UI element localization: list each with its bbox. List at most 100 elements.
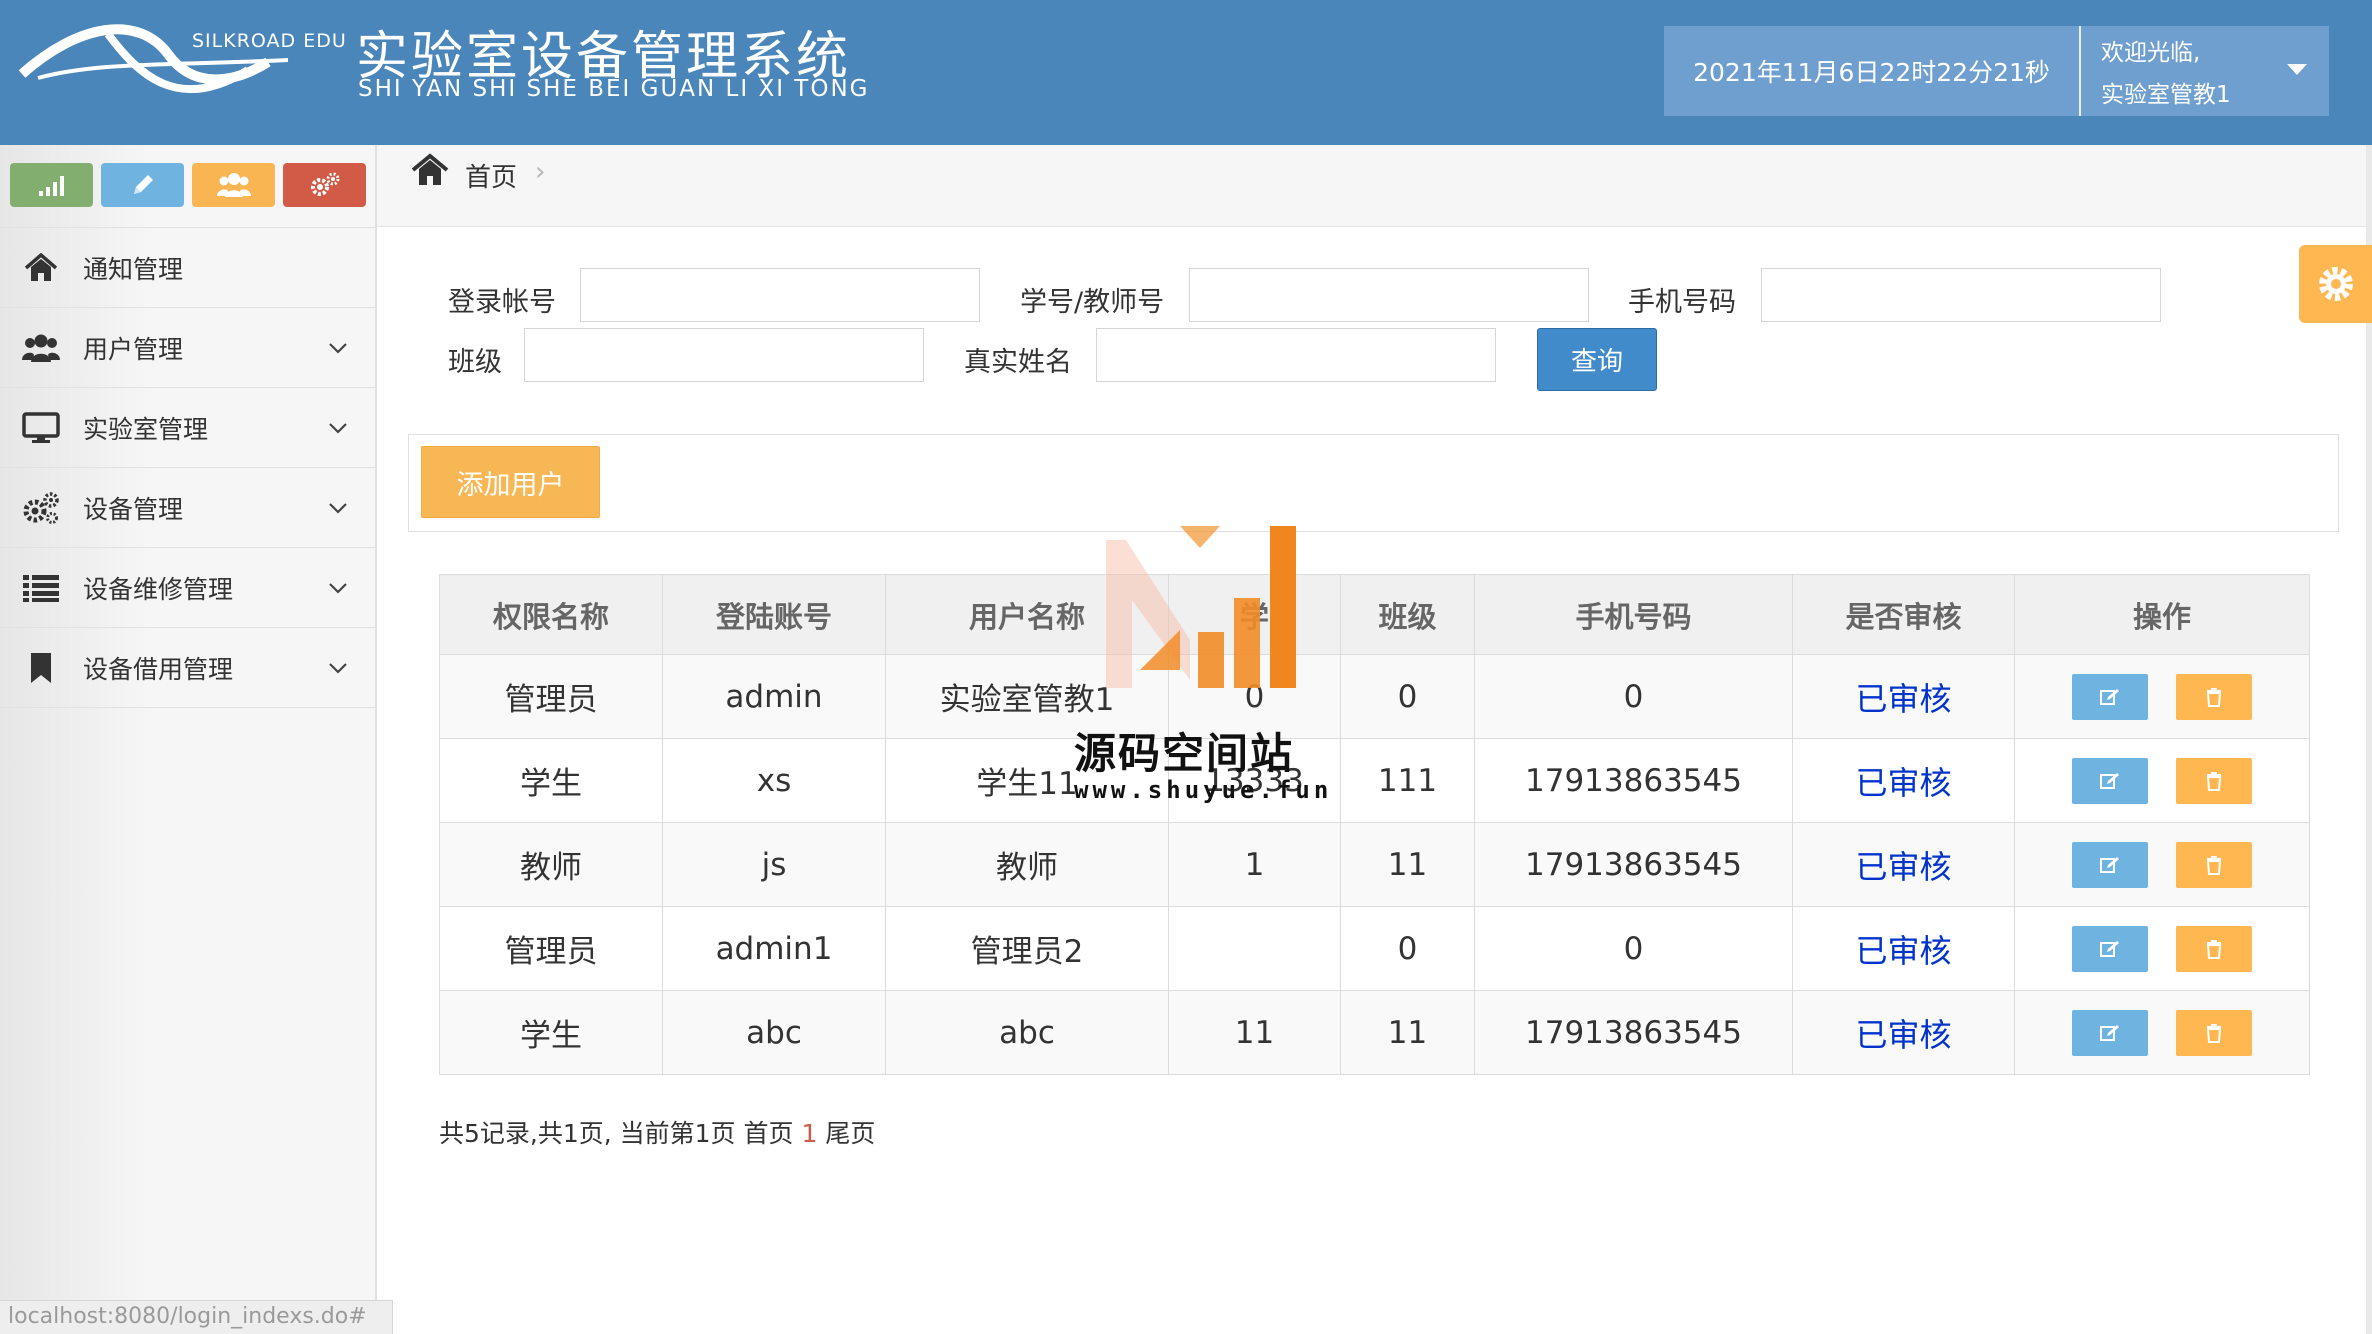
audit-status-link[interactable]: 已审核 bbox=[1792, 990, 2015, 1075]
caret-down-icon bbox=[2287, 64, 2307, 75]
cell-account: abc bbox=[662, 990, 886, 1075]
sidebar-item-equipment[interactable]: 设备管理 bbox=[0, 468, 375, 548]
cell-class: 11 bbox=[1340, 822, 1475, 907]
cell-phone: 17913863545 bbox=[1474, 822, 1793, 907]
current-username: 实验室管教1 bbox=[2101, 82, 2231, 108]
cell-username: 学生11 bbox=[885, 738, 1169, 823]
cell-phone: 0 bbox=[1474, 906, 1793, 991]
shortcut-pencil-button[interactable] bbox=[101, 163, 184, 207]
sidebar-item-label: 用户管理 bbox=[83, 334, 184, 364]
pagination-last-link[interactable]: 尾页 bbox=[825, 1119, 875, 1148]
gear-icon bbox=[2318, 267, 2353, 301]
silkroad-logo-icon bbox=[18, 24, 289, 94]
home-icon[interactable] bbox=[411, 153, 449, 187]
delete-button[interactable] bbox=[2175, 925, 2252, 972]
cell-phone: 17913863545 bbox=[1474, 738, 1793, 823]
login-account-input[interactable] bbox=[580, 268, 980, 322]
real-name-input[interactable] bbox=[1096, 328, 1496, 382]
chevron-down-icon bbox=[329, 583, 347, 594]
cell-phone: 0 bbox=[1474, 654, 1793, 739]
cell-class: 11 bbox=[1340, 990, 1475, 1075]
cell-account: js bbox=[662, 822, 886, 907]
column-header: 登陆账号 bbox=[662, 574, 886, 655]
cell-account: xs bbox=[662, 738, 886, 823]
sidebar-item-label: 设备借用管理 bbox=[83, 654, 234, 684]
users-icon bbox=[22, 332, 60, 364]
cell-actions bbox=[2014, 738, 2310, 823]
settings-toggle-button[interactable] bbox=[2299, 245, 2372, 323]
shortcut-users-button[interactable] bbox=[192, 163, 275, 207]
sidebar-item-users[interactable]: 用户管理 bbox=[0, 308, 375, 388]
phone-input[interactable] bbox=[1761, 268, 2161, 322]
edit-button[interactable] bbox=[2072, 925, 2149, 972]
edit-button[interactable] bbox=[2072, 673, 2149, 720]
cell-username: abc bbox=[885, 990, 1169, 1075]
chevron-down-icon bbox=[329, 503, 347, 514]
cell-number: 13333 bbox=[1168, 738, 1341, 823]
cell-account: admin1 bbox=[662, 906, 886, 991]
audit-status-link[interactable]: 已审核 bbox=[1792, 654, 2015, 739]
add-user-button[interactable]: 添加用户 bbox=[421, 446, 600, 518]
trash-icon bbox=[2206, 939, 2222, 959]
delete-button[interactable] bbox=[2175, 673, 2252, 720]
edit-button[interactable] bbox=[2072, 841, 2149, 888]
query-button[interactable]: 查询 bbox=[1537, 328, 1657, 391]
sidebar-item-laboratory[interactable]: 实验室管理 bbox=[0, 388, 375, 468]
sidebar: 通知管理 用户管理 实验室管理 设备管理 设备维修管理 设备借用管理 bbox=[0, 145, 377, 1334]
sidebar-item-label: 实验室管理 bbox=[83, 414, 209, 444]
student-teacher-no-input[interactable] bbox=[1189, 268, 1589, 322]
sidebar-item-label: 设备维修管理 bbox=[83, 574, 234, 604]
audit-status-link[interactable]: 已审核 bbox=[1792, 738, 2015, 823]
edit-icon bbox=[2100, 688, 2120, 705]
top-header: SILKROAD EDU 实验室设备管理系统 SHI YAN SHI SHE B… bbox=[0, 0, 2372, 145]
delete-button[interactable] bbox=[2175, 841, 2252, 888]
sidebar-item-label: 设备管理 bbox=[83, 494, 184, 524]
cell-role: 学生 bbox=[439, 738, 663, 823]
breadcrumb-home-link[interactable]: 首页 bbox=[465, 157, 517, 194]
column-header: 是否审核 bbox=[1792, 574, 2015, 655]
cell-username: 管理员2 bbox=[885, 906, 1169, 991]
edit-button[interactable] bbox=[2072, 757, 2149, 804]
signal-icon bbox=[38, 176, 64, 196]
delete-button[interactable] bbox=[2175, 1009, 2252, 1056]
cell-username: 实验室管教1 bbox=[885, 654, 1169, 739]
cell-actions bbox=[2014, 990, 2310, 1075]
cell-role: 教师 bbox=[439, 822, 663, 907]
shortcut-cogs-button[interactable] bbox=[283, 163, 366, 207]
trash-icon bbox=[2206, 855, 2222, 875]
edit-button[interactable] bbox=[2072, 1009, 2149, 1056]
class-input[interactable] bbox=[524, 328, 924, 382]
cell-account: admin bbox=[662, 654, 886, 739]
column-header: 学 bbox=[1168, 574, 1341, 655]
brand-en: SILKROAD EDU bbox=[192, 30, 347, 52]
desktop-icon bbox=[22, 412, 60, 444]
cell-actions bbox=[2014, 822, 2310, 907]
student-teacher-no-label: 学号/教师号 bbox=[1020, 287, 1165, 318]
list-icon bbox=[22, 572, 60, 604]
cell-class: 0 bbox=[1340, 654, 1475, 739]
delete-button[interactable] bbox=[2175, 757, 2252, 804]
user-menu-toggle[interactable]: 欢迎光临, 实验室管教1 bbox=[2081, 26, 2329, 116]
audit-status-link[interactable]: 已审核 bbox=[1792, 906, 2015, 991]
cell-actions bbox=[2014, 654, 2310, 739]
audit-status-link[interactable]: 已审核 bbox=[1792, 822, 2015, 907]
chevron-down-icon bbox=[329, 343, 347, 354]
cogs-icon bbox=[22, 492, 60, 524]
sidebar-item-label: 通知管理 bbox=[83, 254, 184, 284]
sidebar-item-notice[interactable]: 通知管理 bbox=[0, 228, 375, 308]
system-subtitle: SHI YAN SHI SHE BEI GUAN LI XI TONG bbox=[358, 76, 870, 102]
cell-number: 0 bbox=[1168, 654, 1341, 739]
sidebar-item-borrow[interactable]: 设备借用管理 bbox=[0, 628, 375, 708]
column-header: 权限名称 bbox=[439, 574, 663, 655]
sidebar-item-repair[interactable]: 设备维修管理 bbox=[0, 548, 375, 628]
home-icon bbox=[22, 252, 60, 284]
cell-phone: 17913863545 bbox=[1474, 990, 1793, 1075]
trash-icon bbox=[2206, 771, 2222, 791]
pagination-current-page[interactable]: 1 bbox=[801, 1119, 817, 1148]
chevron-down-icon bbox=[329, 663, 347, 674]
trash-icon bbox=[2206, 1023, 2222, 1043]
shortcut-signal-button[interactable] bbox=[10, 163, 93, 207]
action-toolbar: 添加用户 bbox=[408, 434, 2339, 532]
column-header: 班级 bbox=[1340, 574, 1475, 655]
breadcrumb-separator: › bbox=[535, 157, 546, 187]
